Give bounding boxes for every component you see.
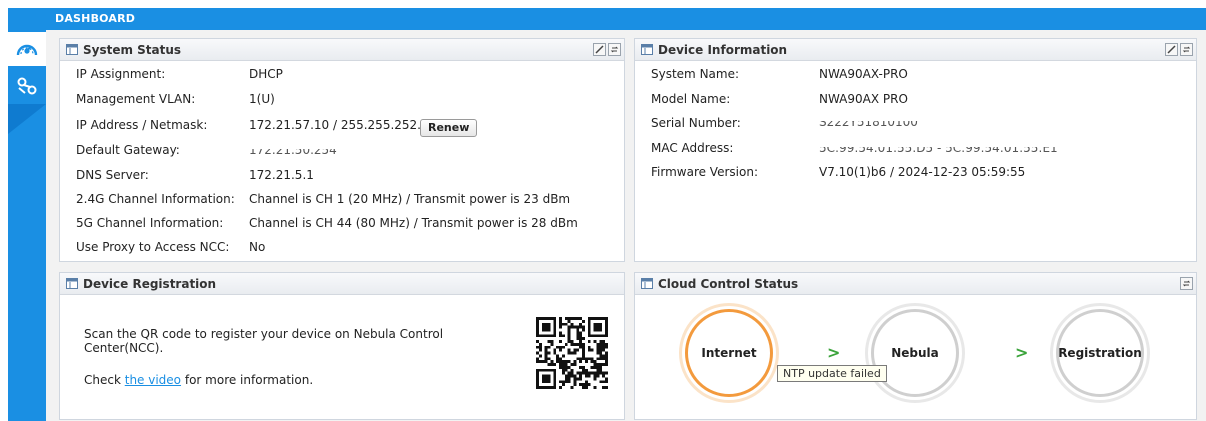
model-name-value: NWA90AX PRO [819,92,908,106]
sidebar-item-dashboard[interactable] [8,32,46,66]
edit-icon[interactable] [593,43,606,56]
network-link-icon [16,76,38,99]
proxy-ncc-value: No [249,240,266,254]
channel-5g-value: Channel is CH 44 (80 MHz) / Transmit pow… [249,216,578,230]
device-information-header: Device Information [635,39,1196,61]
registration-help-prefix: Check [84,373,125,387]
device-registration-title: Device Registration [83,277,217,291]
system-status-header: System Status [60,39,624,61]
ip-assignment-label: IP Assignment: [76,67,166,81]
system-status-panel: System Status IP Assignment: DHCP Manage… [59,38,625,262]
dns-server-label: DNS Server: [76,168,149,182]
device-registration-panel: Device Registration Scan the QR code to … [59,272,625,420]
arrow-icon: > [1015,343,1029,362]
internet-status-node: Internet [685,309,773,397]
system-status-title: System Status [83,43,182,57]
renew-button[interactable]: Renew [420,119,478,137]
page-title: DASHBOARD [55,12,136,25]
registration-help: Check the video for more information. [84,373,313,387]
serial-number-value: S222Y51810100 [819,121,918,129]
serial-number-label: Serial Number: [651,116,741,130]
device-information-panel: Device Information System Name: NWA90AX-… [634,38,1197,262]
sidebar [8,30,46,421]
channel-5g-label: 5G Channel Information: [76,216,224,230]
qr-code [536,317,608,389]
arrow-icon: > [827,343,841,362]
device-information-title: Device Information [658,43,788,57]
refresh-icon[interactable] [1180,277,1193,290]
model-name-label: Model Name: [651,92,731,106]
registration-help-suffix: for more information. [181,373,314,387]
registration-status-node: Registration [1056,309,1144,397]
ntp-tooltip: NTP update failed [777,365,887,382]
cloud-control-title: Cloud Control Status [658,277,799,291]
firmware-version-label: Firmware Version: [651,165,758,179]
panel-icon [66,44,78,58]
dns-server-value: 172.21.5.1 [249,168,314,182]
sidebar-item-network[interactable] [8,70,46,104]
refresh-icon[interactable] [608,43,621,56]
system-name-label: System Name: [651,67,740,81]
default-gateway-label: Default Gateway: [76,143,180,157]
ip-assignment-value: DHCP [249,67,283,81]
panel-icon [66,278,78,292]
top-bar: DASHBOARD [8,8,1206,30]
proxy-ncc-label: Use Proxy to Access NCC: [76,240,230,254]
mac-address-value: 5C:99:54:01:55:D5 - 5C:99:54:01:55:E1 [819,147,1058,155]
nebula-status-node: Nebula [871,309,959,397]
cloud-control-header: Cloud Control Status [635,273,1196,295]
dashboard-gauge-icon [16,39,38,60]
mac-address-label: MAC Address: [651,141,734,155]
refresh-icon[interactable] [1180,43,1193,56]
channel-24g-value: Channel is CH 1 (20 MHz) / Transmit powe… [249,192,571,206]
device-registration-header: Device Registration [60,273,624,295]
firmware-version-value: V7.10(1)b6 / 2024-12-23 05:59:55 [819,165,1026,179]
ip-netmask-label: IP Address / Netmask: [76,118,208,132]
dashboard-content: System Status IP Assignment: DHCP Manage… [46,30,1206,421]
system-name-value: NWA90AX-PRO [819,67,908,81]
video-link[interactable]: the video [125,373,181,387]
panel-icon [641,278,653,292]
management-vlan-value: 1(U) [249,92,275,106]
cloud-control-panel: Cloud Control Status Internet > Nebula >… [634,272,1197,420]
sidebar-decoration [8,104,46,134]
panel-icon [641,44,653,58]
management-vlan-label: Management VLAN: [76,92,196,106]
default-gateway-value: 172.21.50.254 [249,149,337,157]
ip-netmask-value: 172.21.57.10 / 255.255.252.0 [249,118,429,132]
edit-icon[interactable] [1165,43,1178,56]
channel-24g-label: 2.4G Channel Information: [76,192,235,206]
registration-message: Scan the QR code to register your device… [84,327,444,355]
